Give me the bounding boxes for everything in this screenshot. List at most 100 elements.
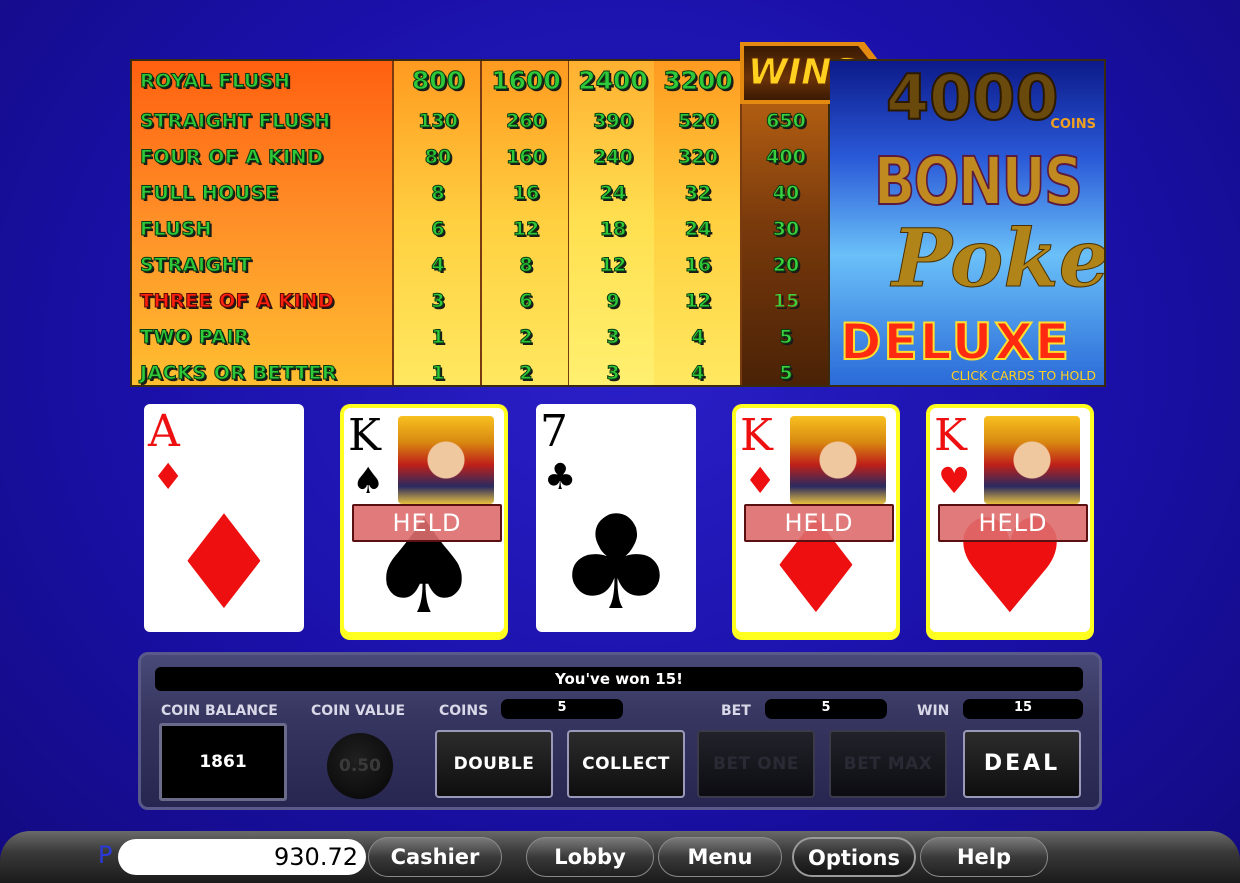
card-rank: 7 [540,406,568,457]
paytable-win-value: 40 [772,182,800,205]
card-rank: K [934,410,967,461]
paytable-payout: 18 [599,218,627,241]
paytable-win-value: 5 [779,362,793,385]
paytable-hand-name: STRAIGHT FLUSH [140,110,331,133]
hold-hint: CLICK CARDS TO HOLD [950,368,1096,383]
card-rank: A [148,406,180,457]
card-suit-large-icon: ♦ [165,487,283,632]
paytable-row: TWO PAIR 1 2 3 4 5 [132,319,828,355]
options-button[interactable]: Options [792,837,916,877]
card-5[interactable]: K ♥ ♥ HELD [926,404,1094,640]
paytable-payout: 6 [519,290,533,313]
paytable-hand-name: FOUR OF A KIND [139,146,324,169]
win-value: 15 [963,699,1083,719]
paytable-payout: 160 [506,146,547,169]
paytable-payout: 3 [431,290,445,313]
paytable-payout: 12 [684,290,712,313]
paytable-hand-name: ROYAL FLUSH [139,70,291,93]
logo-bonus-text: BONUS [873,142,1084,221]
bet-value: 5 [765,699,887,719]
held-badge: HELD [938,504,1088,542]
paytable-row: JACKS OR BETTER 1 2 3 4 5 [132,355,828,385]
paytable-row: ROYAL FLUSH 800 1600 2400 3200 [132,63,828,99]
paytable-hand-name: JACKS OR BETTER [139,362,338,385]
paytable-win-value: 30 [772,218,800,241]
paytable-payout: 4 [691,326,705,349]
paytable-win-value: 400 [766,146,807,169]
paytable-win-value: 5 [779,326,793,349]
card-face[interactable]: K ♦ ♦ HELD [736,408,896,632]
game-logo: 4000 COINS BONUS Poker DELUXE CLICK CARD… [830,59,1106,387]
paytable-payout: 240 [593,146,634,169]
bottom-nav-bar: P 930.72 Cashier Lobby Menu Options Help [0,831,1240,883]
money-balance: 930.72 [118,839,366,875]
card-2[interactable]: K ♠ ♠ HELD [340,404,508,640]
card-suit-large-icon: ♣ [557,487,675,632]
deal-button[interactable]: DEAL [963,730,1081,798]
paytable-payout: 8 [519,254,533,277]
cashier-button[interactable]: Cashier [368,837,502,877]
paytable-payout: 8 [431,182,445,205]
menu-button[interactable]: Menu [658,837,782,877]
card-4[interactable]: K ♦ ♦ HELD [732,404,900,640]
coin-value-label: COIN VALUE [311,703,406,719]
paytable-payout: 24 [684,218,712,241]
paytable-payout: 130 [418,110,459,133]
paytable-win-value: 20 [772,254,800,277]
coins-label: COINS [439,703,489,719]
paytable-row: FOUR OF A KIND 80 160 240 320 400 [132,139,828,175]
jackpot-value: 4000 [885,61,1060,135]
card-face[interactable]: 7 ♣ ♣ [536,404,696,632]
control-panel: You've won 15! COIN BALANCE COIN VALUE C… [138,652,1102,810]
coin-value-selector[interactable]: 0.50 [327,733,393,799]
card-face[interactable]: K ♠ ♠ HELD [344,408,504,632]
paytable-win-value: 650 [766,110,807,133]
card-face[interactable]: K ♥ ♥ HELD [930,408,1090,632]
coin-balance-label: COIN BALANCE [161,703,278,719]
paytable-hand-name: THREE OF A KIND [139,290,335,313]
paytable-payout: 1600 [491,66,562,96]
paytable-payout: 3 [606,326,620,349]
win-label: WIN [917,703,950,719]
paytable-payout: 520 [678,110,719,133]
message-bar: You've won 15! [155,667,1083,691]
held-badge: HELD [352,504,502,542]
paytable-payout: 4 [431,254,445,277]
paytable-payout: 3 [606,362,620,385]
card-3[interactable]: 7 ♣ ♣ [534,404,702,640]
paytable-payout: 3200 [663,66,734,96]
card-face[interactable]: A ♦ ♦ [144,404,304,632]
paytable-hand-name: FULL HOUSE [139,182,279,205]
paytable-payout: 6 [431,218,445,241]
bet-one-button[interactable]: BET ONE [697,730,815,798]
lobby-button[interactable]: Lobby [526,837,654,877]
paytable-payout: 2 [519,362,533,385]
paytable-payout: 9 [606,290,620,313]
paytable-win-value: 15 [772,290,800,313]
collect-button[interactable]: COLLECT [567,730,685,798]
paytable-row: STRAIGHT 4 8 12 16 20 [132,247,828,283]
paytable-payout: 2 [519,326,533,349]
card-rank: K [348,410,381,461]
paytable-payout: 16 [684,254,712,277]
paytable-payout: 390 [593,110,634,133]
paytable-payout: 24 [599,182,627,205]
paytable-payout: 12 [599,254,627,277]
paytable-payout: 4 [691,362,705,385]
paytable-row: FLUSH 6 12 18 24 30 [132,211,828,247]
paytable-hand-name: STRAIGHT [140,254,252,277]
card-1[interactable]: A ♦ ♦ [142,404,310,640]
paytable-payout: 2400 [578,66,649,96]
help-button[interactable]: Help [920,837,1048,877]
balance-prefix: P [98,841,113,869]
paytable-payout: 800 [411,66,465,96]
held-badge: HELD [744,504,894,542]
paytable-row: THREE OF A KIND 3 6 9 12 15 [132,283,828,319]
jackpot-unit: COINS [1050,117,1096,132]
coin-balance-display: 1861 [159,723,287,801]
paytable-payout: 16 [512,182,540,205]
logo-poker-text: Poker [892,211,1106,306]
bet-max-button[interactable]: BET MAX [829,730,947,798]
double-button[interactable]: DOUBLE [435,730,553,798]
paytable-row: STRAIGHT FLUSH 130 260 390 520 650 [132,103,828,139]
